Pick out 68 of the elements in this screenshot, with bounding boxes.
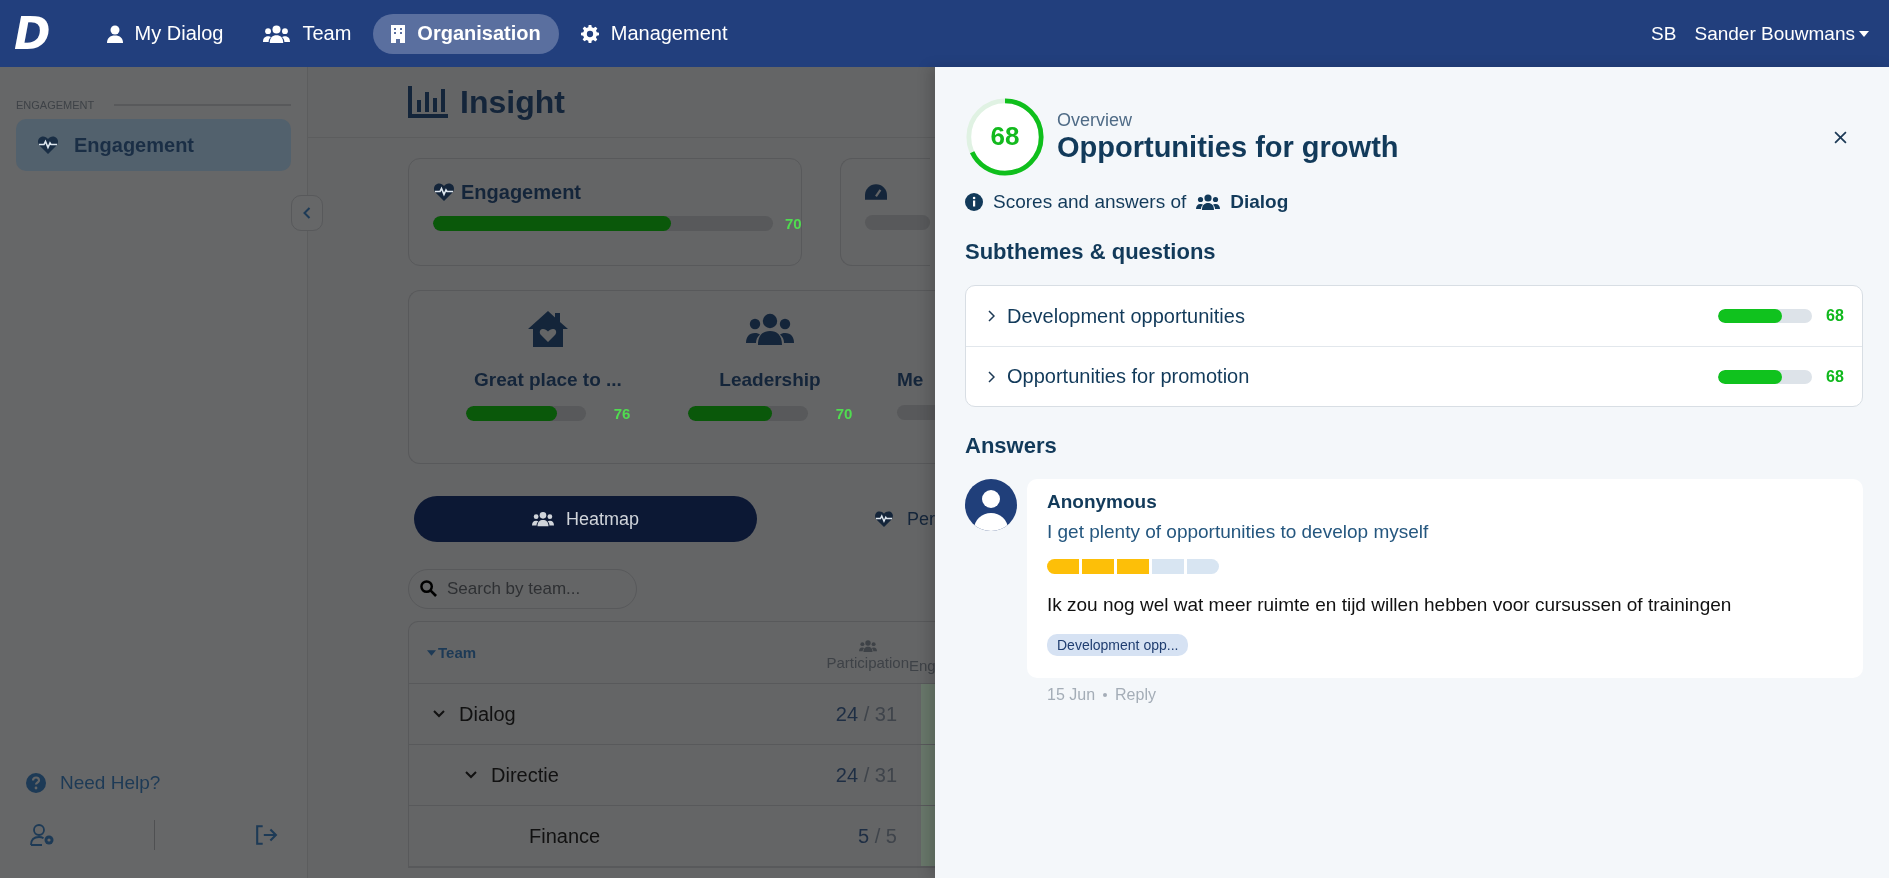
section-heading: Answers xyxy=(965,433,1058,459)
users-icon xyxy=(263,24,291,43)
users-icon xyxy=(1196,194,1221,210)
nav-tab[interactable]: Organisation xyxy=(373,13,559,54)
card-title: Engagement xyxy=(461,180,582,204)
caret-icon xyxy=(1859,30,1869,37)
building-icon xyxy=(391,24,406,43)
info-text: Scores and answers of xyxy=(993,191,1187,213)
heart-pulse-icon xyxy=(433,183,455,201)
rating-segment xyxy=(1082,559,1114,574)
gauge-icon xyxy=(865,183,887,201)
app-logo[interactable]: D xyxy=(14,11,51,56)
users-icon xyxy=(858,640,877,652)
rating-segment xyxy=(1152,559,1184,574)
nav-tab[interactable]: Management xyxy=(562,13,746,54)
subtheme-row[interactable]: Development opportunities 68 xyxy=(966,286,1862,346)
chevron-left-icon xyxy=(303,207,311,219)
info-icon xyxy=(965,193,983,211)
rating-segment xyxy=(1047,559,1079,574)
heart-pulse-icon xyxy=(38,136,58,154)
view-tab[interactable]: Per xyxy=(873,496,935,542)
rating-segment xyxy=(1117,559,1149,574)
category-label: Great place to ... xyxy=(474,369,622,391)
subtheme-row[interactable]: Opportunities for promotion 68 xyxy=(966,346,1862,406)
author-name: Anonymous xyxy=(1047,491,1157,513)
heatmap-cell xyxy=(921,684,935,744)
heatmap-cell xyxy=(921,806,935,866)
team-name[interactable]: Finance xyxy=(529,824,601,848)
team-name[interactable]: Dialog xyxy=(459,702,516,726)
team-name: Dialog xyxy=(1230,191,1289,213)
heatmap-cell xyxy=(921,745,935,805)
settings-icon xyxy=(580,24,599,43)
nav-tab[interactable]: Team xyxy=(245,13,370,54)
score-value: 76 xyxy=(613,405,631,422)
close-icon xyxy=(1833,130,1847,144)
user-settings-icon[interactable] xyxy=(30,824,56,846)
page-title: Insight xyxy=(460,83,565,121)
view-tab[interactable]: Heatmap xyxy=(414,496,757,542)
logout-icon[interactable] xyxy=(253,824,279,846)
user-initials: SB xyxy=(1651,22,1677,45)
score-value: 68 xyxy=(1825,367,1845,386)
rating-segment xyxy=(1187,559,1219,574)
subtheme-tag: Development opp... xyxy=(1047,634,1189,656)
panel-kicker: Overview xyxy=(1057,110,1133,131)
score-value: 68 xyxy=(989,121,1021,152)
bar-chart-icon xyxy=(408,86,448,118)
sort-caret-icon xyxy=(427,649,436,656)
search-icon xyxy=(420,580,437,597)
score-value: 70 xyxy=(785,215,802,232)
score-value: 70 xyxy=(835,405,853,422)
chevron-icon[interactable] xyxy=(433,710,445,718)
avatar xyxy=(965,479,1017,531)
chevron-icon[interactable] xyxy=(465,771,477,779)
panel-title: Opportunities for growth xyxy=(1057,131,1399,164)
answer-comment: Ik zou nog wel wat meer ruimte en tijd willen hebben voor cursussen of trainingen xyxy=(1047,594,1732,616)
user-menu[interactable]: Sander Bouwmans xyxy=(1694,22,1869,45)
heart-pulse-icon xyxy=(873,511,895,527)
category-label: Leadership xyxy=(719,369,821,391)
answer-date: 15 Jun xyxy=(1047,686,1096,704)
category-label: Me xyxy=(897,369,924,391)
team-name[interactable]: Directie xyxy=(491,763,559,787)
users-icon xyxy=(531,511,554,527)
help-icon xyxy=(26,773,46,793)
question-text: I get plenty of opportunities to develop myself xyxy=(1047,521,1429,543)
nav-tab[interactable]: My Dialog xyxy=(88,13,242,54)
user-icon xyxy=(106,24,123,43)
score-value: 68 xyxy=(1825,307,1845,325)
section-heading: Subthemes & questions xyxy=(965,239,1217,265)
